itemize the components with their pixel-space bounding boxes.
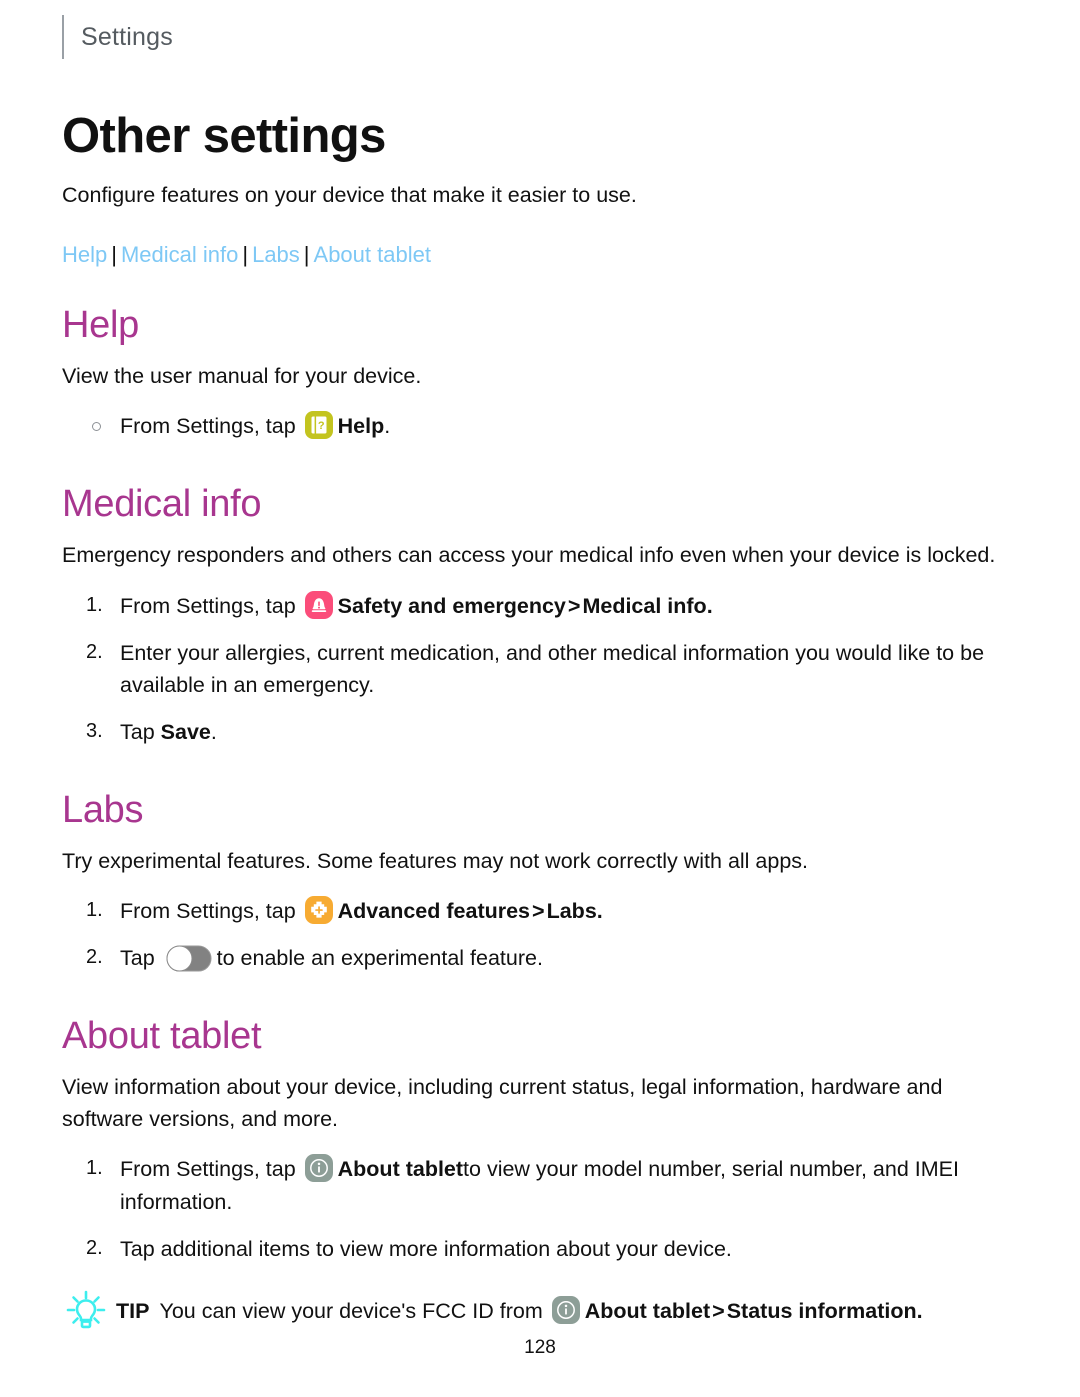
step-text: Enter your allergies, current medication… (120, 640, 985, 698)
step-text-tail: . (384, 414, 391, 439)
list-marker: 1. (86, 593, 103, 616)
step-text: Tap (120, 946, 155, 971)
step-text-tail: . (596, 899, 603, 924)
jumplink-separator: | (242, 242, 249, 268)
step-bold-target: Save (160, 719, 211, 744)
safety-emergency-icon (304, 590, 333, 619)
step-bold-target: About tablet (337, 1157, 464, 1182)
section-jumplinks: Help | Medical info | Labs | About tablet (62, 241, 1018, 270)
step-text: From Settings, tap (120, 414, 296, 439)
page-intro: Configure features on your device that m… (62, 182, 637, 207)
step-text-tail: . (210, 719, 217, 744)
section-intro-help: View the user manual for your device. (62, 363, 422, 388)
jumplink-separator: | (303, 242, 310, 268)
tip-label: TIP (116, 1299, 150, 1324)
tip-bold-target-2: Status information (726, 1299, 917, 1324)
tip-body: You can view your device's FCC ID from (159, 1299, 543, 1324)
jumplink-about-tablet[interactable]: About tablet (314, 242, 431, 267)
section-heading-labs: Labs (62, 788, 144, 831)
list-marker: 1. (86, 1157, 103, 1180)
header-divider-rule (62, 15, 64, 59)
list-item: 2. Enter your allergies, current medicat… (62, 637, 1018, 702)
about-tablet-info-icon (551, 1296, 580, 1325)
bullet-marker-icon (92, 422, 101, 432)
step-text-tail: . (706, 593, 713, 618)
tip-bold-target: About tablet (584, 1299, 711, 1324)
step-bold-target: Help (337, 414, 385, 439)
steps-list-about-tablet: 1. From Settings, tap About tabletto vie… (62, 1153, 1018, 1265)
svg-text:?: ? (317, 421, 324, 433)
section-heading-about-tablet: About tablet (62, 1014, 262, 1057)
list-marker: 2. (86, 1236, 103, 1259)
step-text: Tap additional items to view more inform… (120, 1236, 732, 1261)
step-text: Tap (120, 719, 155, 744)
list-item: 1. From Settings, tap Advanced features>… (62, 895, 1018, 928)
section-intro-medical-info: Emergency responders and others can acce… (62, 543, 996, 568)
section-intro-labs: Try experimental features. Some features… (62, 848, 809, 873)
list-marker: 1. (86, 899, 103, 922)
jumplink-labs[interactable]: Labs (252, 242, 300, 267)
steps-list-medical-info: 1. From Settings, tap Safety and emergen… (62, 590, 1018, 749)
steps-list-labs: 1. From Settings, tap Advanced features>… (62, 895, 1018, 974)
list-marker: 2. (86, 640, 103, 663)
advanced-features-icon (304, 896, 333, 925)
list-item: 2. Tap to enable an experimental feature… (62, 942, 1018, 975)
list-marker: 3. (86, 719, 103, 742)
page-number: 128 (524, 1337, 556, 1358)
help-manual-icon: ? (304, 411, 333, 440)
step-text-tail: to enable an experimental feature. (216, 946, 543, 971)
step-text: From Settings, tap (120, 1157, 296, 1182)
breadcrumb-chevron: > (532, 899, 545, 924)
running-header-label: Settings (81, 22, 173, 51)
document-page: Settings Other settings Configure featur… (0, 0, 1080, 1397)
running-header: Settings (62, 0, 1018, 60)
list-item: 3. Tap Save. (62, 716, 1018, 749)
list-item: 2. Tap additional items to view more inf… (62, 1233, 1018, 1266)
tip-text: TIP You can view your device's FCC ID fro… (116, 1295, 923, 1327)
jumplink-separator: | (111, 242, 117, 268)
list-item: 1. From Settings, tap About tabletto vie… (62, 1153, 1018, 1218)
step-bold-target: Safety and emergency (337, 593, 566, 618)
about-tablet-info-icon (304, 1154, 333, 1183)
step-text: From Settings, tap (120, 593, 296, 618)
tip-text-tail: . (916, 1299, 923, 1324)
jumplink-help[interactable]: Help (62, 242, 107, 267)
breadcrumb-chevron: > (712, 1299, 725, 1324)
breadcrumb-chevron: > (567, 593, 581, 618)
step-bold-target: Advanced features (337, 899, 531, 924)
list-item: 1. From Settings, tap Safety and emergen… (62, 590, 1018, 623)
page-title: Other settings (62, 109, 386, 163)
steps-list-help: From Settings, tap ? Help. (62, 410, 1018, 443)
toggle-switch-off-icon (166, 945, 212, 972)
step-bold-target-2: Labs (546, 899, 597, 924)
list-marker: 2. (86, 946, 103, 969)
tip-callout: TIP You can view your device's FCC ID fro… (62, 1291, 1018, 1335)
lightbulb-icon (62, 1287, 110, 1335)
step-bold-target-2: Medical info (582, 593, 707, 618)
section-heading-help: Help (62, 303, 139, 346)
list-item: From Settings, tap ? Help. (62, 410, 1018, 443)
section-intro-about-tablet: View information about your device, incl… (62, 1074, 943, 1131)
jumplink-medical-info[interactable]: Medical info (121, 242, 238, 267)
step-text: From Settings, tap (120, 899, 296, 924)
section-heading-medical-info: Medical info (62, 483, 262, 526)
